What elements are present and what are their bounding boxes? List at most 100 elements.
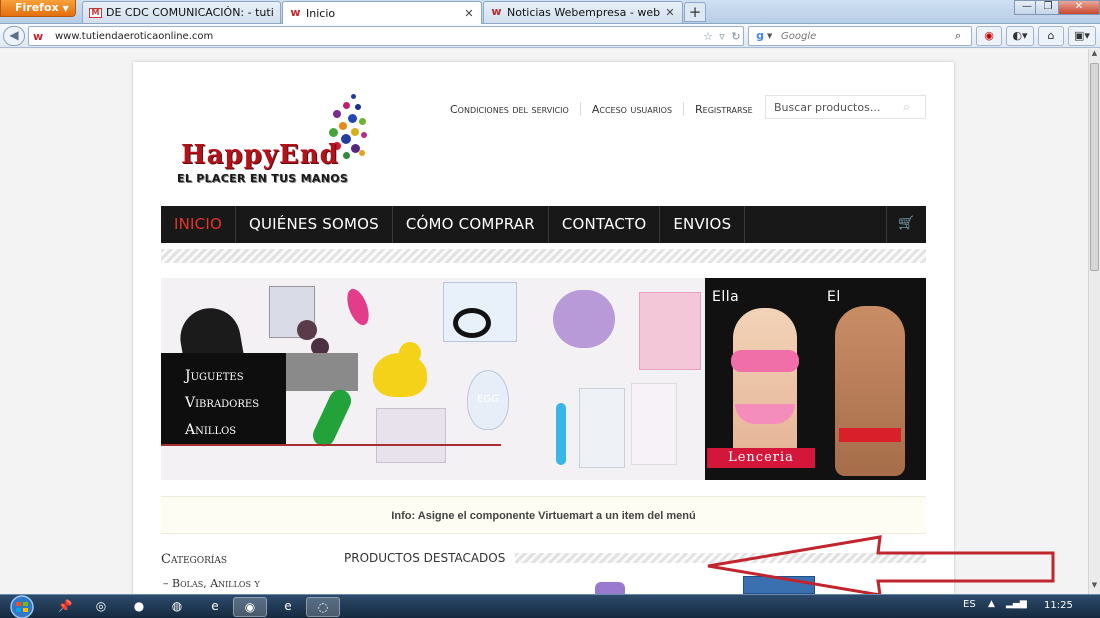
product-egg-image: EGG <box>467 370 509 430</box>
lingerie-top-image <box>731 350 799 372</box>
vertical-scrollbar[interactable]: ▲ ▼ <box>1088 49 1100 594</box>
clock[interactable]: 11:25 <box>1044 600 1073 611</box>
home-icon[interactable]: ⌂ <box>1038 26 1064 46</box>
banner-category-juguetes[interactable]: Juguetes <box>185 363 286 390</box>
divider-stripes <box>161 249 926 263</box>
lingerie-panel[interactable]: Ella El Lenceria <box>705 278 926 480</box>
site-logo[interactable]: HappyEnd EL PLACER EN TUS MANOS <box>173 92 373 187</box>
product-pink-box-image <box>639 292 701 370</box>
scroll-up-icon[interactable]: ▲ <box>1089 49 1100 61</box>
app-icon[interactable]: ◌ <box>306 597 340 617</box>
model-el-image <box>835 306 905 476</box>
back-button[interactable]: ◀ <box>3 26 25 46</box>
cart-icon[interactable]: 🛒 <box>886 206 926 243</box>
logo-tagline: EL PLACER EN TUS MANOS <box>177 172 349 185</box>
login-link[interactable]: Acceso usuarios <box>581 103 683 116</box>
firefox-menu-label: Firefox <box>15 1 59 14</box>
close-window-button[interactable]: ✕ <box>1058 0 1100 15</box>
sidebar-category-item[interactable]: – Bolas, Anillos y <box>163 577 260 590</box>
addon-icon[interactable]: ◐▾ <box>1006 26 1034 46</box>
featured-products-title: PRODUCTOS DESTACADOS <box>344 551 506 565</box>
banner-category-box: Juguetes Vibradores Anillos <box>161 353 286 446</box>
scroll-down-icon[interactable]: ▼ <box>1089 581 1100 593</box>
sidebar-categories-title: Categorías <box>161 552 228 567</box>
start-orb-icon[interactable] <box>5 595 39 618</box>
page-viewport: HappyEnd EL PLACER EN TUS MANOS Condicio… <box>0 49 1088 594</box>
google-icon: g <box>756 29 764 42</box>
menu-item-quienes-somos[interactable]: QUIÉNES SOMOS <box>236 206 393 243</box>
site-page: HappyEnd EL PLACER EN TUS MANOS Condicio… <box>133 62 954 594</box>
url-bar[interactable]: w www.tutiendaeroticaonline.com ☆ ▿ ↻ <box>28 26 744 46</box>
product-green-balls-image <box>309 386 355 450</box>
firefox-menu-button[interactable]: Firefox ▼ <box>0 0 76 17</box>
gmail-icon: M <box>89 7 102 18</box>
menu-icon[interactable]: ▣▾ <box>1068 26 1096 46</box>
language-indicator[interactable]: ES <box>963 599 976 610</box>
tab-inicio[interactable]: w Inicio ✕ <box>282 1 482 24</box>
ie-icon[interactable]: e <box>198 597 232 617</box>
product-vibrator-box-image <box>579 388 625 468</box>
firefox-taskbar-icon[interactable]: ◉ <box>233 597 267 617</box>
product-purple-ring-image <box>553 290 615 348</box>
ie-icon[interactable]: e <box>271 597 305 617</box>
tab-webempresa[interactable]: w Noticias Webempresa - webempresa joo..… <box>483 1 683 23</box>
network-icon[interactable]: ▂▄▆ <box>1006 599 1027 609</box>
search-icon[interactable]: ⌕ <box>955 29 971 43</box>
menu-item-contacto[interactable]: CONTACTO <box>549 206 661 243</box>
logo-brand-text: HappyEnd <box>181 140 339 170</box>
product-search-placeholder: Buscar productos... <box>774 100 881 114</box>
menu-item-como-comprar[interactable]: CÓMO COMPRAR <box>393 206 549 243</box>
featured-product-thumb[interactable] <box>595 582 625 594</box>
lenceria-label[interactable]: Lenceria <box>707 448 815 468</box>
web-search-bar[interactable]: g ▼ Google ⌕ <box>748 26 972 46</box>
lingerie-thong-image <box>839 428 901 442</box>
new-tab-button[interactable]: + <box>684 2 706 22</box>
banner-category-anillos[interactable]: Anillos <box>185 417 286 444</box>
model-ella-image <box>733 308 797 458</box>
product-duck-image <box>373 353 427 397</box>
search-icon[interactable]: ⌕ <box>903 100 925 115</box>
product-ring-image <box>453 308 491 338</box>
close-icon[interactable]: ✕ <box>664 6 676 19</box>
chevron-down-icon: ▼ <box>62 4 69 13</box>
menu-item-envios[interactable]: ENVIOS <box>660 206 746 243</box>
chevron-down-icon[interactable]: ▼ <box>767 32 777 40</box>
ella-label: Ella <box>712 289 740 305</box>
terms-link[interactable]: Condiciones del servicio <box>439 103 580 116</box>
pin-app-icon[interactable]: 📌 <box>48 597 82 617</box>
back-arrow-icon: ◀ <box>9 28 19 42</box>
tab-gmail[interactable]: M DE CDC COMUNICACIÓN: - tutiendaero... <box>82 1 281 23</box>
site-w-icon: w <box>33 29 44 43</box>
tab-label: Inicio <box>306 6 336 20</box>
menu-item-inicio[interactable]: INICIO <box>161 206 236 243</box>
product-duck-head-image <box>399 342 421 364</box>
app-icon[interactable]: ● <box>122 597 156 617</box>
url-text: www.tutiendaeroticaonline.com <box>55 30 214 42</box>
main-menu: INICIO QUIÉNES SOMOS CÓMO COMPRAR CONTAC… <box>161 206 926 243</box>
scroll-thumb[interactable] <box>1090 63 1099 271</box>
tab-bar: Firefox▼ M DE CDC COMUNICACIÓN: - tutien… <box>0 0 1100 24</box>
info-message: Info: Asigne el componente Virtuemart a … <box>161 496 926 534</box>
record-icon[interactable]: ◉ <box>976 26 1002 46</box>
chrome-icon[interactable]: ◍ <box>160 597 194 617</box>
bookmark-star-icon[interactable]: ☆ <box>701 30 715 43</box>
product-balls-image <box>297 320 317 340</box>
tab-label: Noticias Webempresa - webempresa joo... <box>507 6 660 19</box>
search-placeholder: Google <box>781 30 817 42</box>
annotation-arrow-icon <box>707 535 1055 594</box>
hero-banner[interactable]: EGG Juguetes Vibradores Anillos Ella El <box>161 278 926 480</box>
tab-label: DE CDC COMUNICACIÓN: - tutiendaero... <box>106 6 274 19</box>
register-link[interactable]: Registrarse <box>684 103 764 116</box>
product-pink-toy-image <box>343 286 373 328</box>
reload-icon[interactable]: ↻ <box>729 30 743 43</box>
app-icon[interactable]: ◎ <box>84 597 118 617</box>
product-search-input[interactable]: Buscar productos... ⌕ <box>765 95 926 119</box>
banner-category-vibradores[interactable]: Vibradores <box>185 390 286 417</box>
close-icon[interactable]: ✕ <box>463 7 475 20</box>
history-dropdown-icon[interactable]: ▿ <box>715 30 729 43</box>
tray-expand-icon[interactable]: ▲ <box>988 599 995 609</box>
site-w-icon: w <box>290 5 301 19</box>
product-kit-box-image <box>376 408 446 463</box>
el-label: El <box>827 289 841 305</box>
product-gray-box-image <box>286 353 358 391</box>
